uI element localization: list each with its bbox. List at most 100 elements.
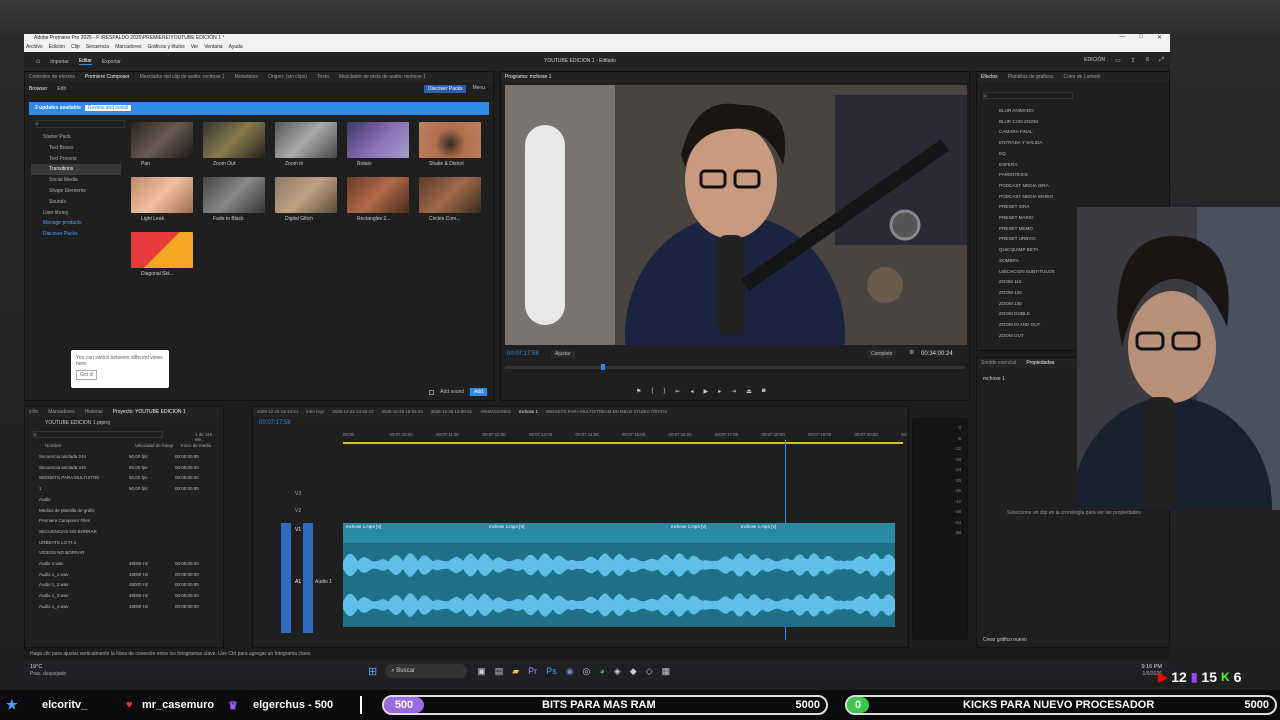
tree-shape-elements[interactable]: Shape Elements bbox=[31, 186, 121, 197]
track-v3[interactable]: V3 bbox=[295, 491, 301, 497]
preset-item[interactable]: ESFERA bbox=[999, 160, 1055, 171]
col-fps[interactable]: Velocidad de fotogr bbox=[135, 443, 181, 448]
tab-audio-clip-mixer[interactable]: Mezclador del clip de audio: mchose 1 bbox=[140, 72, 225, 82]
task-view-icon[interactable]: ▣ bbox=[477, 666, 486, 677]
sequence-tab[interactable]: 2025-12-28 18-52-24 bbox=[382, 407, 423, 417]
browser-icon[interactable]: ◈ bbox=[614, 666, 621, 677]
minimize-icon[interactable]: — bbox=[1119, 34, 1125, 43]
tab-efectos[interactable]: Efectos bbox=[981, 72, 998, 82]
tab-plantillas[interactable]: Plantillas de gráficos bbox=[1008, 72, 1054, 82]
project-row[interactable]: SECUENCIAS NO BORRAR bbox=[39, 527, 199, 538]
program-timecode[interactable]: 00:07:17:58 bbox=[507, 351, 539, 357]
export-frame-icon[interactable]: ◙ bbox=[762, 388, 766, 395]
preset-item[interactable]: ENTRADA Y SALIDA bbox=[999, 138, 1055, 149]
thumb-shake-distort[interactable]: Shake & Distort bbox=[419, 122, 481, 170]
thumb-zoom-in[interactable]: Zoom In bbox=[275, 122, 337, 170]
sequence-tab[interactable]: 2025-12-26 13-00-51 bbox=[431, 407, 472, 417]
menu-archivo[interactable]: Archivo bbox=[26, 43, 43, 52]
menu-icon[interactable]: ≡ bbox=[1146, 57, 1150, 64]
project-row[interactable]: Secuencia anidada 245 60,00 fps 00:00:00:0… bbox=[39, 463, 199, 474]
discover-packs-button[interactable]: Discover Packs bbox=[424, 85, 467, 93]
create-graphic-button[interactable]: Crear gráfico nuevo bbox=[983, 637, 1027, 643]
preset-item[interactable]: ZOOM OUT bbox=[999, 331, 1055, 342]
project-row[interactable]: VIDEOS NO BORRAR bbox=[39, 548, 199, 559]
track-v1[interactable]: V1 bbox=[295, 527, 301, 533]
tab-marcadores[interactable]: Marcadores bbox=[48, 407, 74, 417]
preset-item[interactable]: ZOOM 130 bbox=[999, 299, 1055, 310]
tab-source[interactable]: Origen: (sin clips) bbox=[268, 72, 307, 82]
menu-ver[interactable]: Ver bbox=[191, 43, 199, 52]
menu-graficos[interactable]: Gráficos y títulos bbox=[147, 43, 184, 52]
app-icon[interactable]: ▦ bbox=[662, 666, 671, 677]
project-row[interactable]: URBEATS LO FI 2 bbox=[39, 538, 199, 549]
project-row[interactable]: Audio 1_2.wav 48000 Hz 00:00:00:00 bbox=[39, 580, 199, 591]
track-a1[interactable]: A1 bbox=[295, 579, 301, 585]
track-target-v1[interactable] bbox=[281, 523, 291, 633]
menu-clip[interactable]: Clip bbox=[71, 43, 80, 52]
go-to-in-icon[interactable]: ⇤ bbox=[675, 388, 680, 395]
program-video-frame[interactable] bbox=[505, 85, 967, 345]
settings-icon[interactable]: ⚙ bbox=[909, 349, 914, 356]
maximize-icon[interactable]: □ bbox=[1139, 34, 1143, 43]
project-row[interactable]: Premiere Composer Files bbox=[39, 516, 199, 527]
menu-ayuda[interactable]: Ayuda bbox=[229, 43, 243, 52]
tab-importar[interactable]: Importar bbox=[50, 59, 69, 65]
sequence-tab[interactable]: WIDGETS PARA MULTISTREAM EN MELD STUDIO … bbox=[546, 407, 667, 417]
sequence-tab[interactable]: intro logo bbox=[306, 407, 324, 417]
fit-dropdown[interactable]: Ajustar bbox=[551, 350, 575, 358]
tree-text-boxes[interactable]: Text Boxes bbox=[31, 143, 121, 154]
work-area-bar[interactable] bbox=[343, 442, 903, 444]
clip-label[interactable]: mchose 1.mp4 [V] bbox=[489, 524, 524, 529]
video-track-v1[interactable]: mchose 1.mp4 [V] mchose 1.mp4 [V] mchose… bbox=[343, 523, 895, 543]
sequence-tab[interactable]: 2025-12-22 14-53-12 bbox=[332, 407, 373, 417]
col-inicio[interactable]: Inicio de medio bbox=[181, 443, 211, 448]
project-row[interactable]: Audio 1_4.wav 48000 Hz 00:00:00:00 bbox=[39, 602, 199, 613]
preset-item[interactable]: PRESET ISRA bbox=[999, 202, 1055, 213]
subtab-edit[interactable]: Edit bbox=[57, 86, 66, 92]
preset-item[interactable]: PODCAST MEDIA ISRA bbox=[999, 181, 1055, 192]
preset-item[interactable]: ZOOM 120 bbox=[999, 288, 1055, 299]
tab-sonido-esencial[interactable]: Sonido esencial bbox=[981, 358, 1016, 368]
workspaces-icon[interactable]: ▭ bbox=[1115, 57, 1121, 64]
home-icon[interactable]: ⌂ bbox=[36, 58, 40, 65]
quality-dropdown[interactable]: Completo bbox=[867, 350, 897, 358]
project-row[interactable]: Audio 1_1.wav 48000 Hz 00:00:00:00 bbox=[39, 570, 199, 581]
playhead-handle[interactable] bbox=[601, 364, 605, 370]
discord-icon[interactable]: ◉ bbox=[566, 666, 574, 677]
tab-lumetri[interactable]: Color de Lumetri bbox=[1064, 72, 1101, 82]
preset-item[interactable]: PARENTESIS bbox=[999, 170, 1055, 181]
menu-edicion[interactable]: Edición bbox=[49, 43, 65, 52]
review-install-button[interactable]: Review and install bbox=[84, 105, 132, 111]
tab-editar[interactable]: Editar bbox=[78, 58, 92, 65]
effects-search-input[interactable]: ⌕ bbox=[983, 92, 1073, 99]
clip-label[interactable]: mchose 1.mp4 [V] bbox=[741, 524, 776, 529]
explorer-icon[interactable]: ▰ bbox=[512, 666, 519, 677]
quick-export-icon[interactable]: ⇪ bbox=[1131, 57, 1136, 64]
clip-label[interactable]: mchose 1.mp4 [V] bbox=[671, 524, 706, 529]
monitor-title[interactable]: Programa: mchose 1 bbox=[505, 72, 551, 82]
menu-button[interactable]: Menu bbox=[472, 85, 485, 93]
thumb-circles[interactable]: Circles Com... bbox=[419, 177, 481, 225]
thumb-light-leak[interactable]: Light Leak bbox=[131, 177, 193, 225]
track-v2[interactable]: V2 bbox=[295, 508, 301, 514]
timeline-timecode[interactable]: 00:07:17:58 bbox=[259, 420, 291, 426]
thumb-zoom-out[interactable]: Zoom Out bbox=[203, 122, 265, 170]
preset-item[interactable]: SOMBRA bbox=[999, 256, 1055, 267]
step-back-icon[interactable]: ◂ bbox=[690, 388, 693, 395]
thumb-diagonal[interactable]: Diagonal Skt... bbox=[131, 232, 193, 280]
out-point-icon[interactable]: } bbox=[663, 388, 665, 395]
workspace-label[interactable]: EDICIÓN bbox=[1084, 57, 1105, 64]
project-row[interactable]: 1 60,00 fps 00:00:00:00 bbox=[39, 484, 199, 495]
project-row[interactable]: Audio bbox=[39, 495, 199, 506]
go-to-out-icon[interactable]: ⇥ bbox=[731, 388, 736, 395]
tab-cion[interactable]: ción bbox=[29, 407, 38, 417]
photoshop-icon[interactable]: Ps bbox=[546, 666, 557, 677]
thumb-pan[interactable]: Pan bbox=[131, 122, 193, 170]
sequence-tab[interactable]: ANIMACIONES bbox=[480, 407, 511, 417]
thumb-rectangles[interactable]: Rectangles 2... bbox=[347, 177, 409, 225]
preset-item[interactable]: ZOOM 110 bbox=[999, 277, 1055, 288]
tab-effect-controls[interactable]: Controles de efectos bbox=[29, 72, 75, 82]
tree-sounds[interactable]: Sounds bbox=[31, 197, 121, 208]
col-nombre[interactable]: Nombre bbox=[45, 443, 135, 448]
premiere-icon[interactable]: Pr bbox=[528, 666, 537, 677]
